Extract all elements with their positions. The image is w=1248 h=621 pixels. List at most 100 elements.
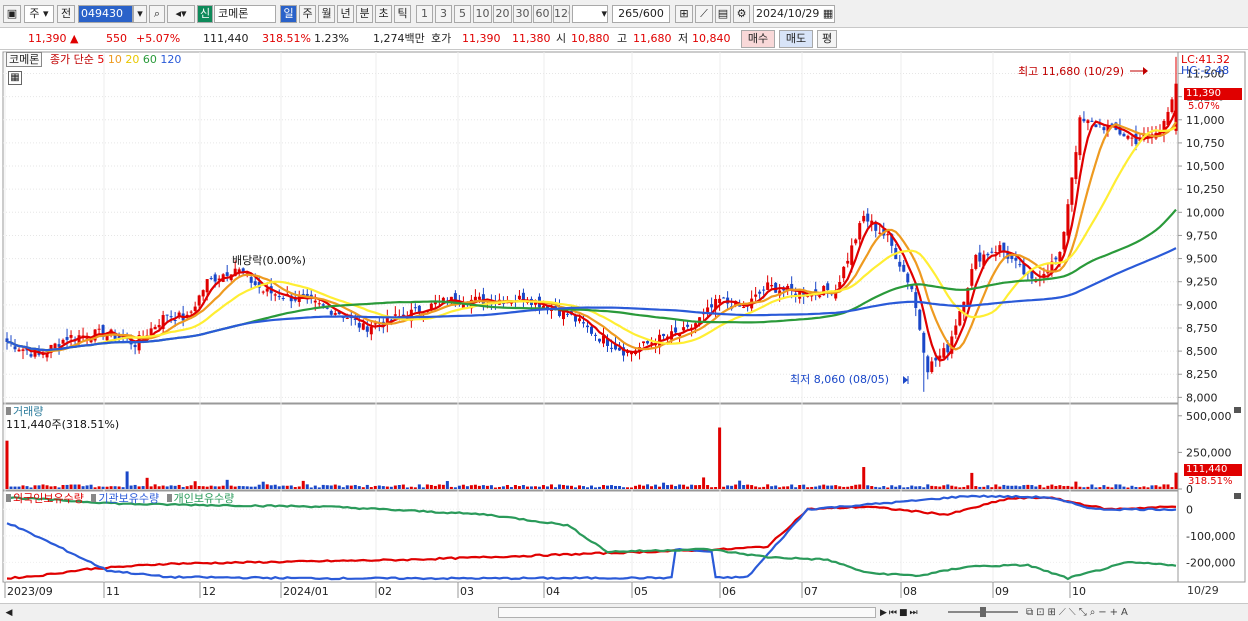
scroll-thumb[interactable]	[498, 607, 876, 618]
volume-bar	[29, 487, 33, 489]
tab-tick[interactable]: 틱	[394, 5, 411, 23]
volume-bar	[978, 486, 982, 489]
tab-day[interactable]: 일	[280, 5, 297, 23]
volume-bar	[598, 486, 602, 489]
legend-ma-20[interactable]: 20	[125, 53, 139, 66]
volume-bar	[1170, 487, 1174, 489]
candle-body	[650, 342, 654, 344]
tab-month[interactable]: 월	[318, 5, 335, 23]
volume-bar	[1094, 487, 1098, 489]
data-table-icon[interactable]: ▦	[8, 71, 22, 85]
candle-body	[273, 294, 277, 296]
chart-menu-icon[interactable]: ▣	[3, 5, 21, 23]
price-tick-label: 10,250	[1186, 183, 1225, 196]
dividend-annotation: 배당락(0.00%)	[232, 254, 306, 267]
tab-year[interactable]: 년	[337, 5, 354, 23]
volume-bar	[1050, 484, 1054, 489]
volume-bar	[806, 487, 810, 489]
volume-bar	[1074, 481, 1078, 489]
volume-bar	[1078, 486, 1082, 489]
legend-ma-5[interactable]: 5	[97, 53, 104, 66]
candle-body	[169, 316, 173, 318]
legend-ma-60[interactable]: 60	[143, 53, 157, 66]
legend-individual-holdings[interactable]: 개인보유수량	[174, 492, 235, 505]
interval-60[interactable]: 60	[533, 5, 552, 23]
legend-institution-holdings[interactable]: 기관보유수량	[98, 492, 159, 505]
volume-bar	[854, 484, 858, 489]
volume-bar	[137, 486, 141, 489]
interval-10[interactable]: 10	[473, 5, 492, 23]
interval-custom-select[interactable]: ▾	[572, 5, 608, 23]
volume-bar	[165, 486, 169, 489]
volume-bar	[537, 486, 541, 489]
search-icon[interactable]: ⌕	[149, 5, 165, 23]
speaker-icon[interactable]: ◂▾	[167, 5, 195, 23]
legend-stock-name[interactable]: 코메론	[6, 52, 43, 67]
drawing-tools-icon[interactable]: ⧉⊡⊞⟋⟍⤡⌕−+A	[1026, 606, 1244, 620]
date-tick-label: 2023/09	[7, 585, 53, 598]
volume-bar	[17, 486, 21, 489]
calendar-icon[interactable]: ▦	[823, 7, 833, 20]
eval-button[interactable]: 평	[817, 30, 837, 48]
chart-canvas[interactable]: 8,000 8,250 8,500 8,750 9,000 9,250 9,500 9,750…	[0, 50, 1248, 603]
volume-bar	[193, 481, 197, 489]
volume-bar	[577, 485, 581, 489]
sell-button[interactable]: 매도	[779, 30, 813, 48]
candle-body	[173, 320, 177, 322]
prev-button[interactable]: 전	[57, 5, 75, 23]
candle-body	[754, 294, 758, 297]
tab-minute[interactable]: 분	[356, 5, 373, 23]
volume-bar	[1150, 485, 1154, 489]
stock-code-input[interactable]: 049430	[78, 5, 133, 23]
candle-body	[357, 322, 361, 328]
interval-1[interactable]: 1	[416, 5, 433, 23]
volume-bar	[369, 487, 373, 489]
draw-line-icon[interactable]: ⟋	[695, 5, 713, 23]
volume-bar	[397, 485, 401, 489]
save-icon[interactable]: ▤	[715, 5, 731, 23]
tab-week[interactable]: 주	[299, 5, 316, 23]
interval-120[interactable]: 120	[553, 5, 570, 23]
volume-bar	[49, 486, 53, 489]
legend-ma-120[interactable]: 120	[160, 53, 181, 66]
legend-ma-10[interactable]: 10	[108, 53, 122, 66]
price-tick-label: 9,250	[1186, 276, 1218, 289]
interval-30[interactable]: 30	[513, 5, 532, 23]
volume-bar	[738, 480, 742, 489]
volume-bar	[373, 485, 377, 489]
scroll-left-icon[interactable]: ◀	[3, 607, 15, 619]
price-tick-label: 10,000	[1186, 206, 1225, 219]
volume-bar	[1058, 485, 1062, 489]
volume-bar	[1146, 487, 1150, 489]
candle-type-icon[interactable]: ⊞	[675, 5, 693, 23]
buy-button[interactable]: 매수	[741, 30, 775, 48]
volume-bar	[277, 486, 281, 489]
volume-bar	[906, 487, 910, 489]
legend-foreign-holdings[interactable]: 외국인보유수량	[13, 492, 84, 505]
candle-body	[249, 277, 253, 283]
gear-icon[interactable]: ⚙	[733, 5, 750, 23]
chart-scrollbar[interactable]: ◀ ▶⏮■⏭ ⧉⊡⊞⟋⟍⤡⌕−+A	[0, 603, 1248, 621]
volume-bar	[93, 487, 97, 489]
interval-3[interactable]: 3	[435, 5, 452, 23]
candle-body	[954, 325, 958, 335]
chart-area[interactable]: 8,000 8,250 8,500 8,750 9,000 9,250 9,500 9,750…	[0, 50, 1248, 603]
volume-bar	[734, 484, 738, 489]
date-field[interactable]: 2024/10/29 ▦	[753, 5, 835, 23]
volume-legend-title[interactable]: 거래량	[13, 405, 43, 418]
candle-body	[770, 285, 774, 287]
candle-body	[413, 307, 417, 309]
tab-second[interactable]: 초	[375, 5, 392, 23]
volume-bar	[650, 486, 654, 489]
candle-body	[69, 335, 73, 338]
playback-controls[interactable]: ▶⏮■⏭	[880, 606, 942, 620]
code-dropdown-icon[interactable]: ▾	[133, 5, 147, 23]
stock-name-field[interactable]: 코메론	[214, 5, 276, 23]
interval-20[interactable]: 20	[493, 5, 512, 23]
volume-bar	[742, 485, 746, 489]
volume-bar	[934, 486, 938, 489]
zoom-slider-handle[interactable]	[980, 607, 986, 617]
interval-5[interactable]: 5	[454, 5, 471, 23]
count-field[interactable]: 265/600	[612, 5, 670, 23]
period-type-select[interactable]: 주 ▾	[24, 5, 54, 23]
